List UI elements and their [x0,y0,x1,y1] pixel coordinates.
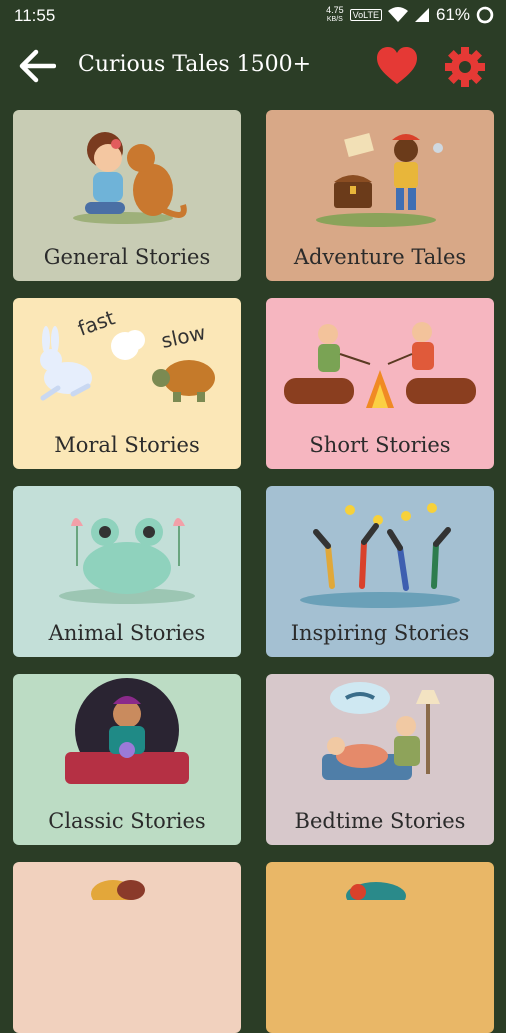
category-card-partial-2[interactable] [266,862,494,1033]
gear-icon[interactable] [444,46,486,88]
battery-percent: 61% [435,5,470,24]
category-card-partial-1[interactable] [13,862,241,1033]
category-card-moral[interactable]: fast slow Moral Stories [13,298,241,469]
signal-icon [414,8,429,22]
campfire-kids-illustration [284,322,476,408]
category-card-animal[interactable]: Animal Stories [13,486,241,657]
battery-icon [476,6,494,24]
net-speed-unit: KB/S [326,16,343,23]
category-label: General Stories [43,245,211,269]
celebrating-people-illustration [300,503,460,608]
category-label: Short Stories [309,433,451,457]
explorer-with-treasure-illustration [316,132,443,227]
network-speed: 4.75 KB/S [326,6,344,24]
app-title: Curious Tales 1500+ [78,52,312,77]
girl-with-dog-illustration [73,132,187,224]
bedtime-reading-illustration [322,682,440,780]
status-bar: 11:55 4.75 KB/S VoLTE 61% [0,0,506,32]
heart-icon[interactable] [376,46,418,86]
category-card-short[interactable]: Short Stories [266,298,494,469]
category-label: Bedtime Stories [294,809,466,833]
net-speed-value: 4.75 [326,5,344,15]
rabbit-and-turtle-illustration: fast slow [40,305,215,402]
category-label: Moral Stories [54,433,200,457]
partial-illustration [91,880,145,900]
fast-text: fast [75,305,119,340]
category-label: Animal Stories [48,621,206,645]
wifi-icon [387,7,408,22]
category-label: Adventure Tales [293,245,467,269]
category-card-adventure[interactable]: Adventure Tales [266,110,494,281]
app-bar: Curious Tales 1500+ [0,32,506,100]
category-card-bedtime[interactable]: Bedtime Stories [266,674,494,845]
category-card-classic[interactable]: Classic Stories [13,674,241,845]
volte-badge: VoLTE [349,9,382,21]
category-card-general[interactable]: General Stories [13,110,241,281]
back-arrow-icon[interactable] [18,48,56,84]
partial-illustration [346,882,406,900]
category-label: Inspiring Stories [290,621,470,645]
slow-text: slow [159,320,208,353]
category-label: Classic Stories [48,809,206,833]
fortune-teller-illustration [65,678,189,784]
status-time: 11:55 [14,6,56,25]
frog-illustration [59,518,195,604]
category-card-inspiring[interactable]: Inspiring Stories [266,486,494,657]
